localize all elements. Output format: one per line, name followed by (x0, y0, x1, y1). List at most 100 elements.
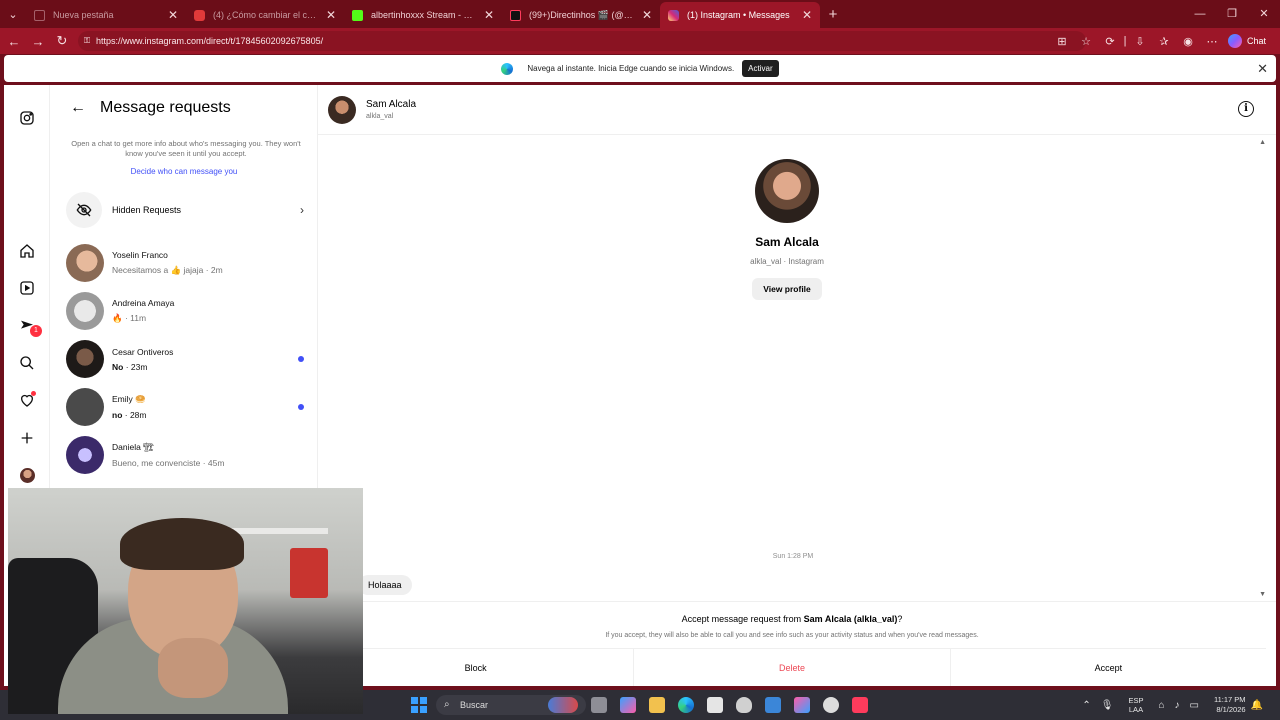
preview-bold: no (112, 410, 123, 420)
app-available-icon[interactable]: ⊞ (1050, 35, 1074, 48)
scroll-down-arrow-icon[interactable]: ▼ (1259, 591, 1266, 598)
tab-actions-menu-icon[interactable]: ⌄ (0, 0, 26, 28)
avatar[interactable] (328, 95, 356, 124)
tab-title: albertinhoxxx Stream - Watch Live (371, 10, 478, 20)
file-explorer-icon[interactable] (649, 697, 665, 713)
avatar (66, 436, 104, 474)
input-language[interactable]: ESP LAA (1128, 696, 1143, 714)
tab-title: (99+)Directinhos 🎬 (@directinhos) (529, 9, 636, 20)
browser-tab-4[interactable]: (99+)Directinhos 🎬 (@directinhos) ✕ (502, 2, 660, 28)
list-item[interactable]: Emily 🥯 no · 28m (66, 383, 304, 431)
back-arrow-icon[interactable]: ← (70, 99, 86, 117)
block-button[interactable]: Block (318, 649, 635, 686)
hidden-requests-row[interactable]: Hidden Requests › (66, 191, 304, 229)
minimize-icon[interactable]: — (1184, 0, 1216, 28)
background-poster (290, 548, 328, 598)
windows-start-icon[interactable] (411, 697, 427, 713)
edge-logo-icon (501, 62, 514, 75)
delete-button[interactable]: Delete (634, 649, 951, 686)
microphone-icon[interactable]: 🎙 (1101, 700, 1114, 711)
store-icon[interactable] (707, 697, 723, 713)
new-tab-button[interactable]: + (820, 6, 846, 23)
edge-startup-notification: Navega al instante. Inicia Edge cuando s… (4, 55, 1276, 82)
chat-label: Chat (1246, 36, 1266, 46)
alien-app-icon[interactable] (736, 697, 752, 713)
unread-messages-badge: 1 (30, 325, 42, 337)
search-icon[interactable] (16, 352, 38, 374)
more-options-icon[interactable]: ⋯ (1200, 35, 1224, 48)
tab-title: (4) ¿Cómo cambiar el color del nombre (213, 10, 320, 20)
decide-who-can-message-link[interactable]: Decide who can message you (50, 167, 317, 176)
browser-tab-3[interactable]: albertinhoxxx Stream - Watch Live ✕ (344, 2, 502, 28)
site-info-icon[interactable]: ⚿ (84, 31, 90, 51)
message-preview: no · 28m (112, 410, 146, 420)
favorites-icon[interactable]: ✰ (1152, 35, 1176, 48)
close-tab-icon[interactable]: ✕ (802, 8, 812, 22)
message-preview: Bueno, me convenciste · 45m (112, 458, 225, 468)
game-app-icon[interactable] (794, 697, 810, 713)
battery-icon[interactable]: ▭ (1190, 700, 1199, 711)
chevron-right-icon: › (300, 203, 304, 217)
extension-icon[interactable]: ⟳ (1098, 35, 1122, 48)
browser-tab-2[interactable]: (4) ¿Cómo cambiar el color del nombre ✕ (186, 2, 344, 28)
list-item[interactable]: Andreina Amaya 🔥 · 11m (66, 287, 304, 335)
search-highlight-icon[interactable] (548, 697, 578, 713)
contact-username: alkla_val (366, 113, 394, 120)
settings-gear-icon[interactable] (823, 697, 839, 713)
lang-top: ESP (1128, 696, 1144, 705)
list-item[interactable]: Daniela 🏗 Bueno, me convenciste · 45m (66, 431, 304, 479)
downloads-icon[interactable]: ⇩ (1128, 35, 1152, 48)
profile-avatar-icon[interactable]: ◉ (1176, 35, 1200, 48)
accept-button[interactable]: Accept (951, 649, 1266, 686)
activate-button[interactable]: Activar (742, 60, 779, 77)
time: 11:17 PM (1214, 695, 1246, 704)
message-preview: No · 23m (112, 362, 173, 372)
instagram-logo-icon[interactable] (16, 107, 38, 129)
volume-icon[interactable]: ♪ (1175, 700, 1180, 711)
tray-chevron-icon[interactable]: ⌃ (1082, 700, 1090, 711)
maximize-icon[interactable]: ❐ (1216, 0, 1248, 28)
message-preview: 🔥 · 11m (112, 313, 147, 323)
requests-header: ← Message requests (70, 99, 231, 117)
requests-info-text: Open a chat to get more info about who's… (71, 139, 301, 158)
profile-name: Sam Alcala (755, 235, 819, 249)
browser-tab-1[interactable]: Nueva pestaña ✕ (26, 2, 186, 28)
create-plus-icon[interactable] (16, 427, 38, 449)
sender-name: Cesar Ontiveros (112, 346, 174, 357)
notification-bell-icon[interactable]: 🔔 (1251, 700, 1263, 711)
close-notification-icon[interactable]: ✕ (1257, 61, 1268, 77)
close-tab-icon[interactable]: ✕ (642, 8, 652, 22)
edge-app-icon[interactable] (678, 697, 694, 713)
task-view-icon[interactable] (591, 697, 607, 713)
messages-icon[interactable]: 1 (16, 315, 42, 337)
browser-tab-5-active[interactable]: (1) Instagram • Messages ✕ (660, 2, 820, 28)
refresh-icon[interactable]: ↻ (50, 33, 74, 49)
scroll-up-arrow-icon[interactable]: ▲ (1259, 139, 1266, 146)
profile-avatar[interactable] (16, 464, 38, 486)
back-icon[interactable]: ← (2, 34, 26, 49)
close-tab-icon[interactable]: ✕ (168, 8, 178, 22)
mail-icon[interactable] (765, 697, 781, 713)
info-icon[interactable]: i (1238, 101, 1254, 117)
home-icon[interactable] (16, 240, 38, 262)
close-tab-icon[interactable]: ✕ (484, 8, 494, 22)
close-window-icon[interactable]: ✕ (1248, 0, 1280, 28)
forward-icon[interactable]: → (26, 34, 50, 49)
list-item[interactable]: Yoselin Franco Necesitamos a 👍 jajaja · … (66, 239, 304, 287)
url-field[interactable]: ⚿ https://www.instagram.com/direct/t/178… (78, 31, 1086, 51)
close-tab-icon[interactable]: ✕ (326, 8, 336, 22)
notification-text: Navega al instante. Inicia Edge cuando s… (527, 64, 735, 73)
list-item[interactable]: Cesar Ontiveros No · 23m (66, 335, 304, 383)
contact-name[interactable]: Sam Alcala (366, 99, 416, 110)
accept-prompt-suffix: ? (897, 614, 903, 624)
favorite-star-icon[interactable]: ☆ (1074, 35, 1098, 48)
notifications-heart-icon[interactable] (16, 389, 38, 411)
copilot-chat-button[interactable]: Chat (1227, 32, 1266, 50)
tiktok-app-icon[interactable] (852, 697, 868, 713)
tab-title: Nueva pestaña (53, 10, 114, 20)
clock[interactable]: 11:17 PM 8/1/2026 (1214, 695, 1246, 715)
view-profile-button[interactable]: View profile (752, 278, 822, 300)
reels-icon[interactable] (16, 277, 38, 299)
copilot-app-icon[interactable] (620, 697, 636, 713)
network-icon[interactable]: ⌂ (1159, 700, 1165, 711)
